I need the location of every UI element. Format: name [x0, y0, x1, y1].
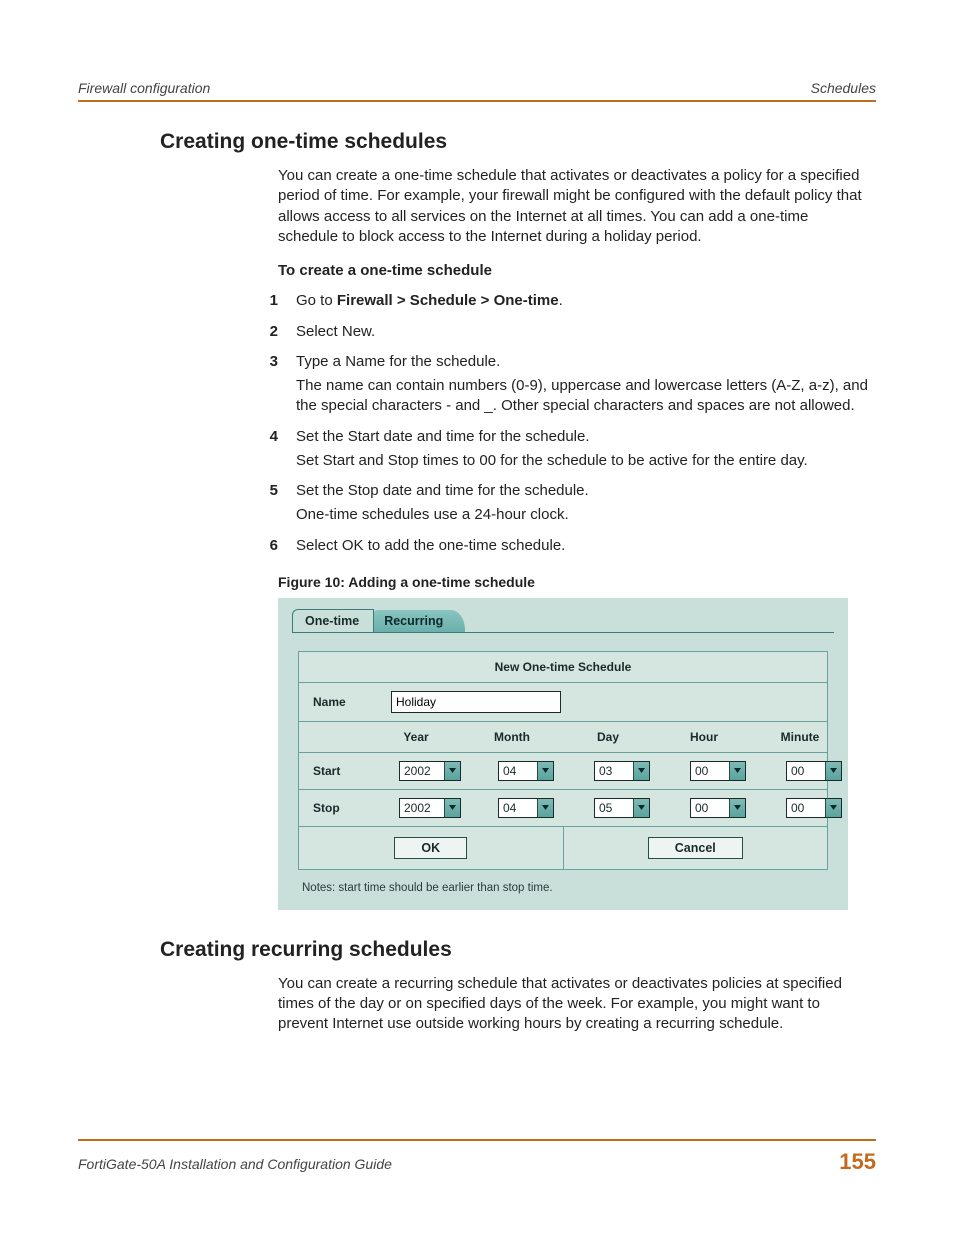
step-post: . — [559, 292, 563, 309]
start-day-value: 03 — [595, 762, 633, 780]
rule-bottom — [78, 1139, 876, 1141]
stop-minute-select[interactable]: 00 — [786, 798, 842, 818]
stop-year-select[interactable]: 2002 — [399, 798, 461, 818]
page-number: 155 — [839, 1149, 876, 1175]
chevron-down-icon — [537, 762, 553, 780]
step-text: Go to — [296, 292, 337, 309]
step-text: Set the Start date and time for the sche… — [296, 427, 870, 447]
cancel-button[interactable]: Cancel — [648, 837, 743, 859]
start-hour-value: 00 — [691, 762, 729, 780]
footer-title: FortiGate-50A Installation and Configura… — [78, 1156, 392, 1172]
intro-recurring: You can create a recurring schedule that… — [278, 974, 870, 1035]
name-input[interactable] — [391, 691, 561, 713]
figure-notes: Notes: start time should be earlier than… — [302, 882, 842, 894]
running-head-right: Schedules — [811, 80, 876, 96]
chevron-down-icon — [633, 799, 649, 817]
chevron-down-icon — [444, 799, 460, 817]
step-bold: Firewall > Schedule > One-time — [337, 292, 559, 309]
stop-year-value: 2002 — [400, 799, 444, 817]
start-minute-value: 00 — [787, 762, 825, 780]
step-text: Set the Stop date and time for the sched… — [296, 481, 870, 501]
col-minute: Minute — [761, 730, 839, 744]
running-head-left: Firewall configuration — [78, 80, 210, 96]
chevron-down-icon — [825, 762, 841, 780]
schedule-panel: New One-time Schedule Name Year Month Da… — [298, 651, 828, 870]
chevron-down-icon — [825, 799, 841, 817]
panel-title: New One-time Schedule — [299, 652, 827, 683]
step-body: Set the Start date and time for the sche… — [296, 427, 876, 472]
col-day: Day — [569, 730, 647, 744]
stop-hour-value: 00 — [691, 799, 729, 817]
start-minute-select[interactable]: 00 — [786, 761, 842, 781]
start-month-value: 04 — [499, 762, 537, 780]
step-num: 2 — [230, 322, 296, 342]
step-num: 1 — [230, 291, 296, 311]
start-day-select[interactable]: 03 — [594, 761, 650, 781]
step-sub: The name can contain numbers (0-9), uppe… — [296, 376, 870, 417]
start-hour-select[interactable]: 00 — [690, 761, 746, 781]
section-title-onetime: Creating one-time schedules — [78, 130, 876, 154]
stop-minute-value: 00 — [787, 799, 825, 817]
start-year-value: 2002 — [400, 762, 444, 780]
stop-hour-select[interactable]: 00 — [690, 798, 746, 818]
figure-caption: Figure 10: Adding a one-time schedule — [278, 574, 876, 590]
stop-month-select[interactable]: 04 — [498, 798, 554, 818]
chevron-down-icon — [633, 762, 649, 780]
start-label: Start — [299, 754, 385, 788]
col-year: Year — [377, 730, 455, 744]
chevron-down-icon — [537, 799, 553, 817]
step-body: Set the Stop date and time for the sched… — [296, 481, 876, 526]
figure-screenshot: One-time Recurring New One-time Schedule… — [278, 598, 848, 910]
stop-day-value: 05 — [595, 799, 633, 817]
step-body: Go to Firewall > Schedule > One-time. — [296, 291, 876, 311]
chevron-down-icon — [444, 762, 460, 780]
procedure-title: To create a one-time schedule — [278, 261, 870, 281]
start-year-select[interactable]: 2002 — [399, 761, 461, 781]
section-title-recurring: Creating recurring schedules — [78, 938, 876, 962]
stop-day-select[interactable]: 05 — [594, 798, 650, 818]
step-text: Type a Name for the schedule. — [296, 352, 870, 372]
stop-label: Stop — [299, 791, 385, 825]
step-body: Select OK to add the one-time schedule. — [296, 536, 876, 556]
step-num: 3 — [230, 352, 296, 417]
chevron-down-icon — [729, 762, 745, 780]
start-month-select[interactable]: 04 — [498, 761, 554, 781]
tab-recurring[interactable]: Recurring — [372, 610, 465, 632]
tab-one-time[interactable]: One-time — [292, 609, 374, 632]
col-month: Month — [473, 730, 551, 744]
step-num: 5 — [230, 481, 296, 526]
step-num: 6 — [230, 536, 296, 556]
rule-top — [78, 100, 876, 102]
ok-button[interactable]: OK — [394, 837, 467, 859]
step-sub: One-time schedules use a 24-hour clock. — [296, 505, 870, 525]
step-sub: Set Start and Stop times to 00 for the s… — [296, 451, 870, 471]
intro-onetime: You can create a one-time schedule that … — [278, 166, 870, 247]
name-label: Name — [299, 685, 385, 719]
step-body: Type a Name for the schedule. The name c… — [296, 352, 876, 417]
step-num: 4 — [230, 427, 296, 472]
step-body: Select New. — [296, 322, 876, 342]
stop-month-value: 04 — [499, 799, 537, 817]
chevron-down-icon — [729, 799, 745, 817]
col-hour: Hour — [665, 730, 743, 744]
